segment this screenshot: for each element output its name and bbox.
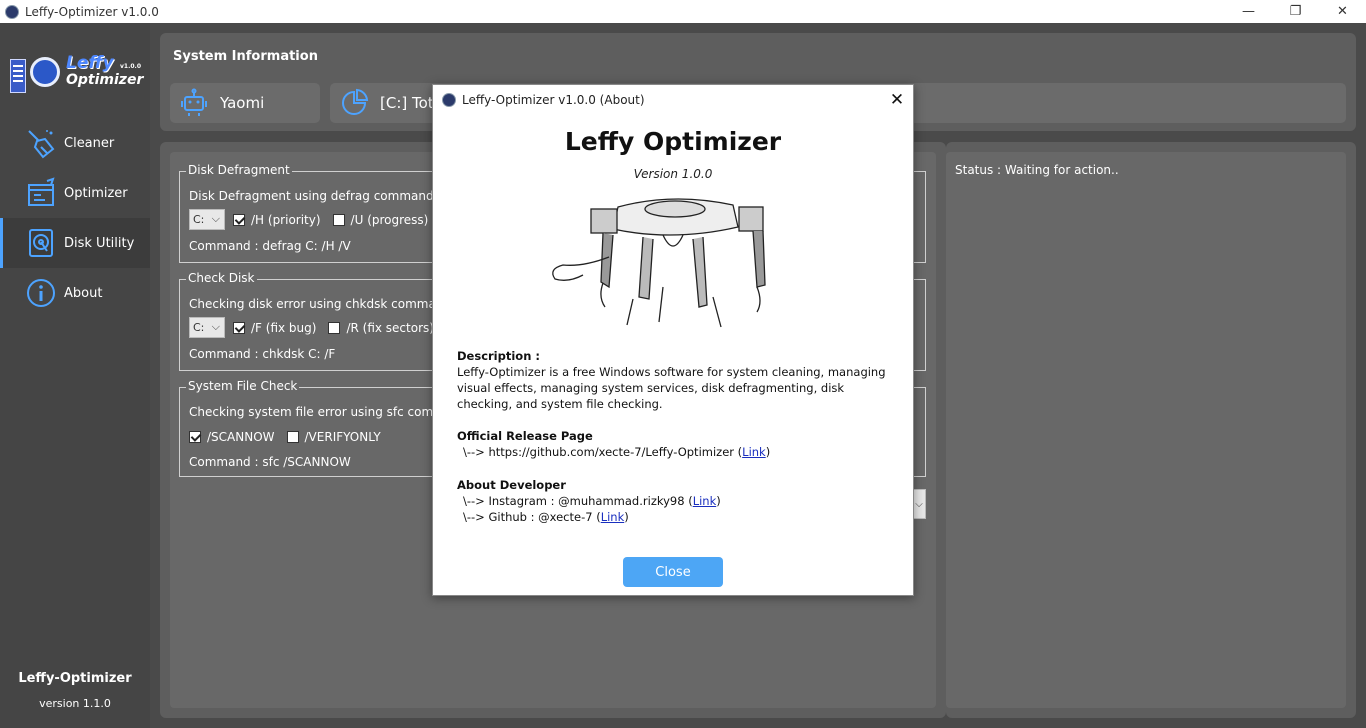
- minimize-button[interactable]: —: [1225, 0, 1272, 23]
- system-file-check-options: /SCANNOW /VERIFYONLY: [189, 430, 393, 444]
- app-icon: [5, 4, 19, 19]
- sfc-verifyonly-label: /VERIFYONLY: [304, 430, 381, 444]
- disk-icon: [24, 226, 58, 260]
- logo-text-optimizer: Optimizer: [66, 72, 144, 88]
- app-icon: [442, 93, 456, 107]
- window-controls: — ❐ ✕: [1225, 0, 1366, 23]
- defrag-priority-checkbox[interactable]: [233, 213, 245, 226]
- defrag-progress-label: /U (progress): [350, 212, 429, 227]
- check-disk-description: Checking disk error using chkdsk command: [189, 297, 452, 311]
- check-disk-options: C: ⌵ /F (fix bug) /R (fix sectors): [189, 317, 464, 338]
- release-link[interactable]: Link: [742, 445, 766, 459]
- github-text: \--> Github : @xecte-7 (: [463, 510, 601, 524]
- about-heading: Leffy Optimizer: [564, 127, 782, 156]
- defrag-drive-select[interactable]: C: ⌵: [189, 209, 225, 230]
- disk-defragment-title: Disk Defragment: [186, 163, 292, 177]
- about-developer-section: About Developer \--> Instagram : @muhamm…: [457, 478, 721, 524]
- about-description-section: Description : Leffy-Optimizer is a free …: [457, 348, 897, 412]
- chevron-down-icon: ⌵: [211, 320, 220, 333]
- release-label: Official Release Page: [457, 429, 593, 443]
- release-url-text: \--> https://github.com/xecte-7/Leffy-Op…: [463, 445, 743, 459]
- disk-defragment-command: Command : defrag C: /H /V: [189, 239, 351, 253]
- developer-label: About Developer: [457, 478, 566, 492]
- status-content: Status : Waiting for action..: [946, 152, 1346, 708]
- pie-chart-icon: [338, 87, 370, 119]
- system-file-check-command: Command : sfc /SCANNOW: [189, 455, 351, 469]
- status-panel: Status : Waiting for action..: [946, 142, 1356, 718]
- sidebar-item-label: Cleaner: [64, 135, 115, 151]
- robot-icon: [178, 87, 210, 119]
- window-titlebar: Leffy-Optimizer v1.0.0 — ❐ ✕: [0, 0, 1366, 23]
- sidebar-item-optimizer[interactable]: Optimizer: [0, 168, 150, 218]
- system-file-check-description: Checking system file error using sfc com…: [189, 405, 468, 419]
- instagram-text: \--> Instagram : @muhammad.rizky98 (: [463, 494, 693, 508]
- user-name: Yaomi: [220, 94, 265, 112]
- description-label: Description :: [457, 349, 540, 363]
- info-icon: [24, 276, 58, 310]
- broom-icon: [24, 126, 58, 160]
- sfc-scannow-checkbox[interactable]: [189, 431, 201, 443]
- github-link[interactable]: Link: [601, 510, 625, 524]
- instagram-link[interactable]: Link: [693, 494, 717, 508]
- close-window-button[interactable]: ✕: [1319, 0, 1366, 23]
- status-text: Status : Waiting for action..: [955, 163, 1119, 177]
- footer-version: version 1.1.0: [39, 697, 111, 710]
- defrag-drive-value: C:: [193, 213, 205, 226]
- disk-defragment-options: C: ⌵ /H (priority) /U (progress): [189, 209, 458, 230]
- about-dialog-title: Leffy-Optimizer v1.0.0 (About): [462, 93, 645, 107]
- gauge-icon: [24, 176, 58, 210]
- sidebar-item-cleaner[interactable]: Cleaner: [0, 118, 150, 168]
- chkdsk-fix-bug-label: /F (fix bug): [251, 320, 317, 335]
- restore-button[interactable]: ❐: [1272, 0, 1319, 23]
- chkdsk-drive-select[interactable]: C: ⌵: [189, 317, 225, 338]
- logo-gauge-icon: [30, 57, 60, 87]
- sidebar: Leffy v1.0.0 Optimizer Cleaner Optimizer…: [0, 23, 150, 728]
- sfc-scannow-label: /SCANNOW: [207, 430, 275, 444]
- logo-document-icon: [10, 59, 26, 93]
- chkdsk-drive-value: C:: [193, 321, 205, 334]
- defrag-priority-label: /H (priority): [251, 212, 321, 227]
- footer-app-name: Leffy-Optimizer: [18, 671, 132, 686]
- about-version: Version 1.0.0: [633, 167, 713, 181]
- defrag-progress-checkbox[interactable]: [332, 213, 345, 226]
- sidebar-item-disk-utility[interactable]: Disk Utility: [0, 218, 150, 268]
- close-button[interactable]: Close: [623, 557, 723, 587]
- sidebar-item-label: About: [64, 285, 103, 301]
- robot-sketch-illustration: [552, 198, 766, 328]
- sidebar-item-label: Optimizer: [64, 185, 128, 201]
- window-title: Leffy-Optimizer v1.0.0: [25, 4, 159, 19]
- disk-defragment-description: Disk Defragment using defrag command: [189, 189, 434, 203]
- check-disk-command: Command : chkdsk C: /F: [189, 347, 336, 361]
- sidebar-item-label: Disk Utility: [64, 235, 135, 251]
- sidebar-nav: Cleaner Optimizer Disk Utility About: [0, 118, 150, 318]
- logo-text-leffy: Leffy: [66, 53, 114, 73]
- user-card: Yaomi: [170, 83, 320, 123]
- logo-version-mark: v1.0.0: [120, 63, 141, 70]
- chkdsk-fix-sectors-label: /R (fix sectors): [346, 320, 434, 335]
- system-file-check-title: System File Check: [186, 379, 300, 393]
- about-dialog: Leffy-Optimizer v1.0.0 (About) ✕ Leffy O…: [432, 84, 914, 596]
- system-information-title: System Information: [173, 49, 318, 64]
- description-text: Leffy-Optimizer is a free Windows softwa…: [457, 365, 886, 411]
- close-icon[interactable]: ✕: [887, 90, 907, 110]
- chevron-down-icon: ⌵: [211, 212, 220, 225]
- check-disk-title: Check Disk: [186, 271, 257, 285]
- about-dialog-titlebar: Leffy-Optimizer v1.0.0 (About) ✕: [433, 85, 913, 115]
- partial-dropdown-chevron[interactable]: ⌵: [912, 489, 926, 519]
- chkdsk-fix-sectors-checkbox[interactable]: [328, 321, 341, 334]
- sidebar-item-about[interactable]: About: [0, 268, 150, 318]
- sfc-verifyonly-checkbox[interactable]: [286, 431, 299, 443]
- about-release-section: Official Release Page \--> https://githu…: [457, 429, 771, 459]
- app-logo: Leffy v1.0.0 Optimizer: [8, 53, 148, 103]
- chkdsk-fix-bug-checkbox[interactable]: [233, 321, 245, 334]
